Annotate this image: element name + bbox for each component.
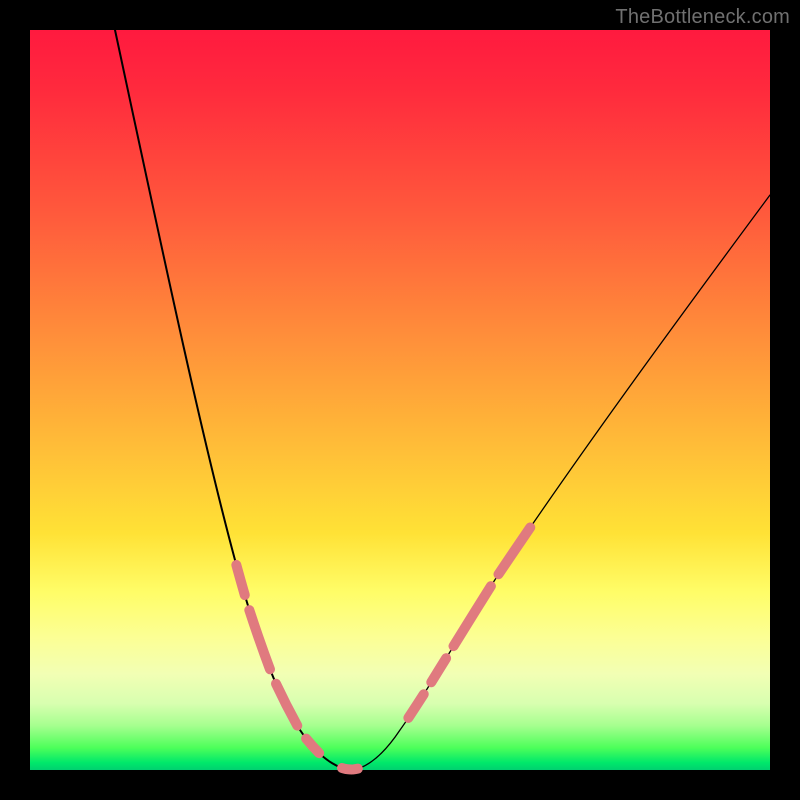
right-curve: [360, 195, 770, 768]
curves-svg: [30, 30, 770, 770]
salmon-dash: [276, 684, 297, 726]
left-curve: [115, 30, 342, 768]
chart-frame: TheBottleneck.com: [0, 0, 800, 800]
salmon-dash: [249, 610, 270, 669]
salmon-dash: [236, 565, 244, 595]
salmon-dash: [306, 739, 319, 754]
salmon-dash: [499, 527, 531, 574]
salmon-dashes: [236, 527, 530, 769]
salmon-dash: [431, 658, 446, 682]
salmon-dash: [408, 694, 423, 718]
watermark-text: TheBottleneck.com: [615, 6, 790, 29]
salmon-dash: [454, 586, 491, 646]
salmon-dash: [353, 769, 358, 770]
plot-area: [30, 30, 770, 770]
